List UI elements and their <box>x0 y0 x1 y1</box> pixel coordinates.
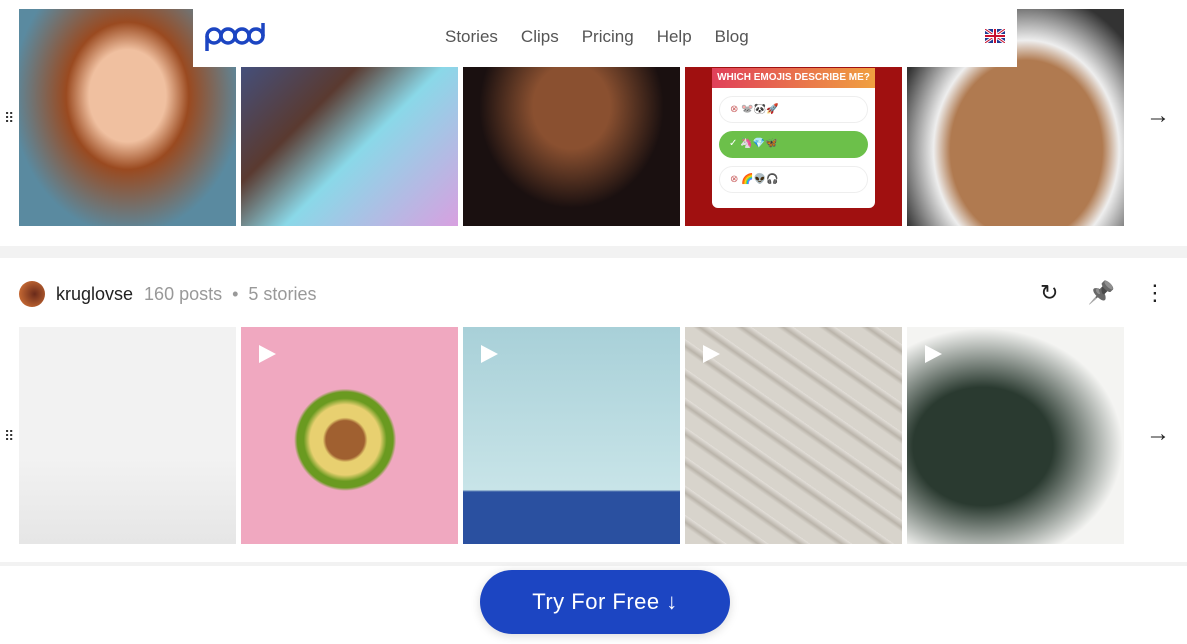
avatar[interactable] <box>19 281 45 307</box>
username[interactable]: kruglovse <box>56 284 133 305</box>
posts-count: 160 posts <box>144 283 223 304</box>
play-icon <box>703 345 720 363</box>
post-tile[interactable] <box>685 327 902 544</box>
post-tile[interactable] <box>241 327 458 544</box>
drag-handle-icon[interactable]: ⠿ <box>4 110 14 127</box>
drag-handle-icon[interactable]: ⠿ <box>4 428 14 445</box>
separator: • <box>232 283 239 304</box>
divider <box>0 562 1187 566</box>
nav-help[interactable]: Help <box>657 27 692 47</box>
pin-icon[interactable]: 📌 <box>1087 280 1114 306</box>
nav-pricing[interactable]: Pricing <box>582 27 634 47</box>
nav-blog[interactable]: Blog <box>715 27 749 47</box>
next-arrow-icon[interactable]: → <box>1146 420 1170 448</box>
play-icon <box>925 345 942 363</box>
play-icon <box>481 345 498 363</box>
uk-flag-icon[interactable] <box>985 29 1005 43</box>
post-tile[interactable] <box>19 327 236 544</box>
poll-option: ⊗ 🌈👽🎧 <box>719 166 868 193</box>
try-for-free-button[interactable]: Try For Free ↓ <box>480 570 730 634</box>
stories-count: 5 stories <box>248 283 317 304</box>
top-nav: Stories Clips Pricing Help Blog <box>193 9 1017 67</box>
profile-actions: ↻ 📌 ⋮ <box>1040 280 1166 306</box>
profile-header: kruglovse 160 posts • 5 stories <box>19 281 316 307</box>
poll-option: ✓ 🦄💎🦋 <box>719 131 868 158</box>
poll-question: WHICH EMOJIS DESCRIBE ME? <box>712 68 875 88</box>
divider <box>0 246 1187 258</box>
play-icon <box>259 345 276 363</box>
next-arrow-icon[interactable]: → <box>1146 102 1170 130</box>
refresh-icon[interactable]: ↻ <box>1040 280 1058 306</box>
nav-stories[interactable]: Stories <box>445 27 498 47</box>
more-options-icon[interactable]: ⋮ <box>1144 280 1166 306</box>
poll-option: ⊗ 🐭🐼🚀 <box>719 96 868 123</box>
main-nav: Stories Clips Pricing Help Blog <box>445 27 772 47</box>
poll-sticker: WHICH EMOJIS DESCRIBE ME? ⊗ 🐭🐼🚀 ✓ 🦄💎🦋 ⊗ … <box>712 68 875 208</box>
post-tile[interactable] <box>907 327 1124 544</box>
post-tile[interactable] <box>463 327 680 544</box>
logo[interactable] <box>205 23 265 53</box>
nav-clips[interactable]: Clips <box>521 27 559 47</box>
